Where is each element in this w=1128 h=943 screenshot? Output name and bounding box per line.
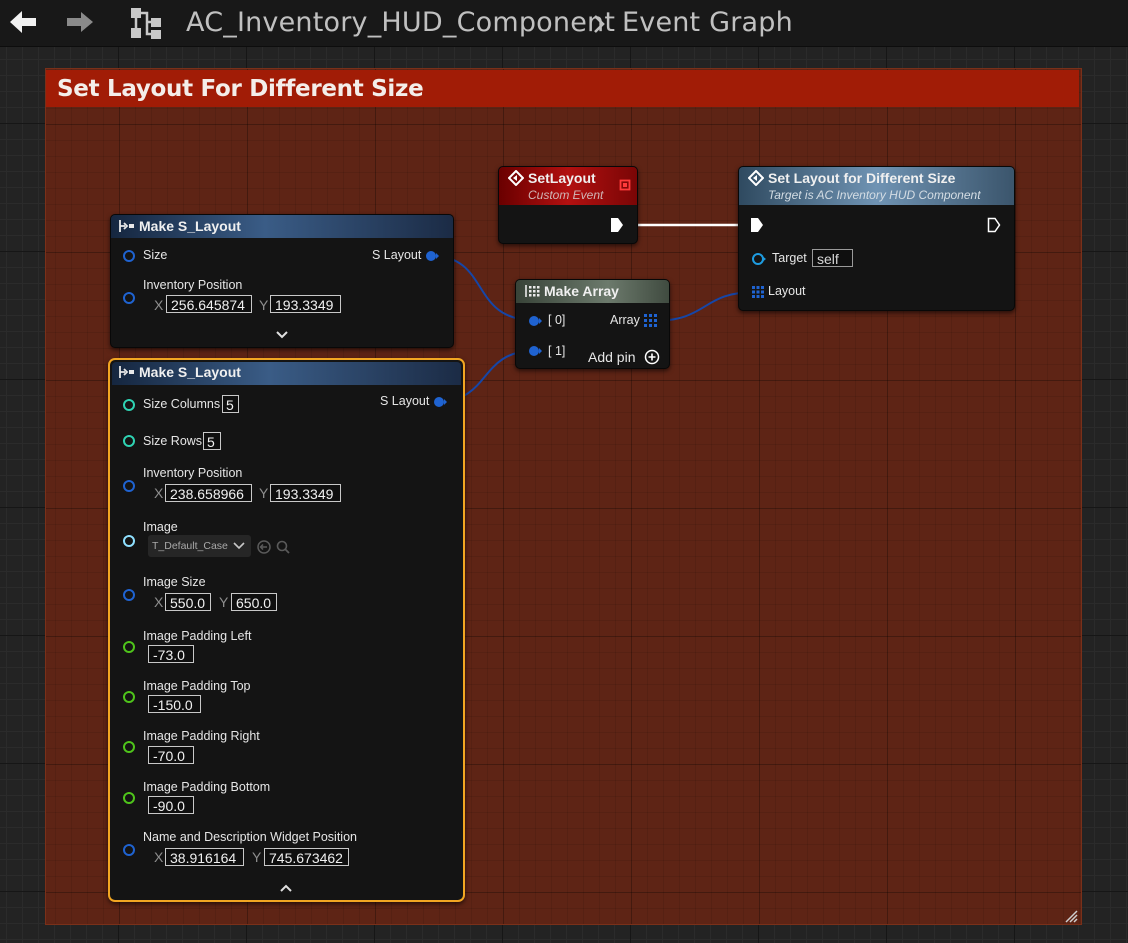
s-layout-output-label: S Layout [372, 248, 422, 262]
image-size-label: Image Size [143, 575, 206, 589]
node-subtitle: Target is AC Inventory HUD Component [768, 188, 981, 202]
size-columns-field[interactable]: 5 [222, 395, 239, 413]
size-rows-label: Size Rows [143, 434, 203, 448]
struct-pin-icon[interactable] [527, 314, 543, 328]
y-axis-label: Y [219, 594, 229, 610]
struct-pin-icon[interactable] [122, 588, 136, 602]
use-selected-asset-icon[interactable] [256, 539, 272, 555]
y-axis-label: Y [259, 485, 269, 501]
add-pin-icon[interactable] [644, 349, 660, 365]
float-pin-icon[interactable] [122, 791, 136, 805]
chevron-down-icon [233, 542, 245, 550]
padding-left-field[interactable]: -73.0 [148, 645, 194, 663]
float-pin-icon[interactable] [122, 740, 136, 754]
target-self-field[interactable]: self [812, 249, 853, 267]
x-axis-label: X [154, 297, 164, 313]
inventory-position-label: Inventory Position [143, 278, 243, 292]
size-pin-label: Size [143, 248, 168, 262]
struct-pin-icon[interactable] [527, 344, 543, 358]
object-pin-icon[interactable] [751, 252, 767, 266]
struct-output-pin-icon[interactable] [424, 249, 440, 263]
inventory-position-label: Inventory Position [143, 466, 243, 480]
exec-input-pin-icon[interactable] [750, 217, 764, 233]
float-pin-icon[interactable] [122, 690, 136, 704]
object-pin-icon[interactable] [122, 534, 136, 548]
padding-top-field[interactable]: -150.0 [148, 695, 201, 713]
inventory-x-field[interactable]: 238.658966 [165, 484, 252, 502]
inventory-x-field[interactable]: 256.645874 [166, 295, 252, 313]
int-pin-icon[interactable] [122, 434, 136, 448]
event-diamond-icon [508, 170, 524, 186]
node-subtitle: Custom Event [528, 188, 604, 202]
exec-output-pin-icon[interactable] [610, 217, 624, 233]
int-pin-icon[interactable] [122, 398, 136, 412]
make-array-icon [525, 285, 540, 297]
inventory-y-field[interactable]: 193.3349 [270, 295, 341, 313]
struct-pin-icon[interactable] [122, 479, 136, 493]
image-size-y-field[interactable]: 650.0 [231, 593, 277, 611]
image-label: Image [143, 520, 178, 534]
struct-pin-icon[interactable] [122, 249, 136, 263]
image-asset-value: T_Default_Case [152, 540, 228, 552]
function-icon [748, 170, 764, 186]
array-pin-1-label: [ 1] [548, 344, 566, 358]
array-input-pin-icon[interactable] [752, 286, 764, 298]
inventory-y-field[interactable]: 193.3349 [270, 484, 341, 502]
padding-right-label: Image Padding Right [143, 729, 260, 743]
float-pin-icon[interactable] [122, 640, 136, 654]
padding-bottom-field[interactable]: -90.0 [148, 796, 194, 814]
name-desc-y-field[interactable]: 745.673462 [264, 848, 349, 866]
x-axis-label: X [154, 485, 164, 501]
size-columns-label: Size Columns [143, 397, 221, 411]
struct-pin-icon[interactable] [122, 291, 136, 305]
padding-bottom-label: Image Padding Bottom [143, 780, 271, 794]
node-title: Make S_Layout [139, 364, 241, 380]
struct-output-pin-icon[interactable] [432, 395, 448, 409]
name-desc-x-field[interactable]: 38.916164 [165, 848, 244, 866]
padding-left-label: Image Padding Left [143, 629, 252, 643]
name-desc-position-label: Name and Description Widget Position [143, 830, 357, 844]
chevron-up-icon[interactable] [279, 883, 293, 893]
make-struct-icon [119, 220, 134, 232]
browse-asset-icon[interactable] [275, 539, 291, 555]
target-pin-label: Target [772, 251, 807, 265]
struct-pin-icon[interactable] [122, 843, 136, 857]
padding-right-field[interactable]: -70.0 [148, 746, 194, 764]
x-axis-label: X [154, 594, 164, 610]
exec-output-pin-icon[interactable] [987, 217, 1001, 233]
make-struct-icon [119, 366, 134, 378]
s-layout-output-label: S Layout [380, 394, 430, 408]
array-output-label: Array [610, 313, 640, 327]
node-title: Set Layout for Different Size [768, 170, 956, 186]
size-rows-field[interactable]: 5 [203, 432, 221, 450]
add-pin-label[interactable]: Add pin [588, 349, 635, 365]
node-title: Make Array [544, 283, 619, 299]
array-pin-0-label: [ 0] [548, 313, 566, 327]
delegate-pin-icon[interactable] [619, 179, 631, 191]
x-axis-label: X [154, 849, 164, 865]
node-title: SetLayout [528, 170, 596, 186]
y-axis-label: Y [259, 297, 269, 313]
node-title: Make S_Layout [139, 218, 241, 234]
array-output-pin-icon[interactable] [644, 314, 657, 327]
y-axis-label: Y [252, 849, 262, 865]
image-size-x-field[interactable]: 550.0 [165, 593, 211, 611]
layout-pin-label: Layout [768, 284, 806, 298]
padding-top-label: Image Padding Top [143, 679, 251, 693]
chevron-down-icon[interactable] [275, 330, 289, 340]
